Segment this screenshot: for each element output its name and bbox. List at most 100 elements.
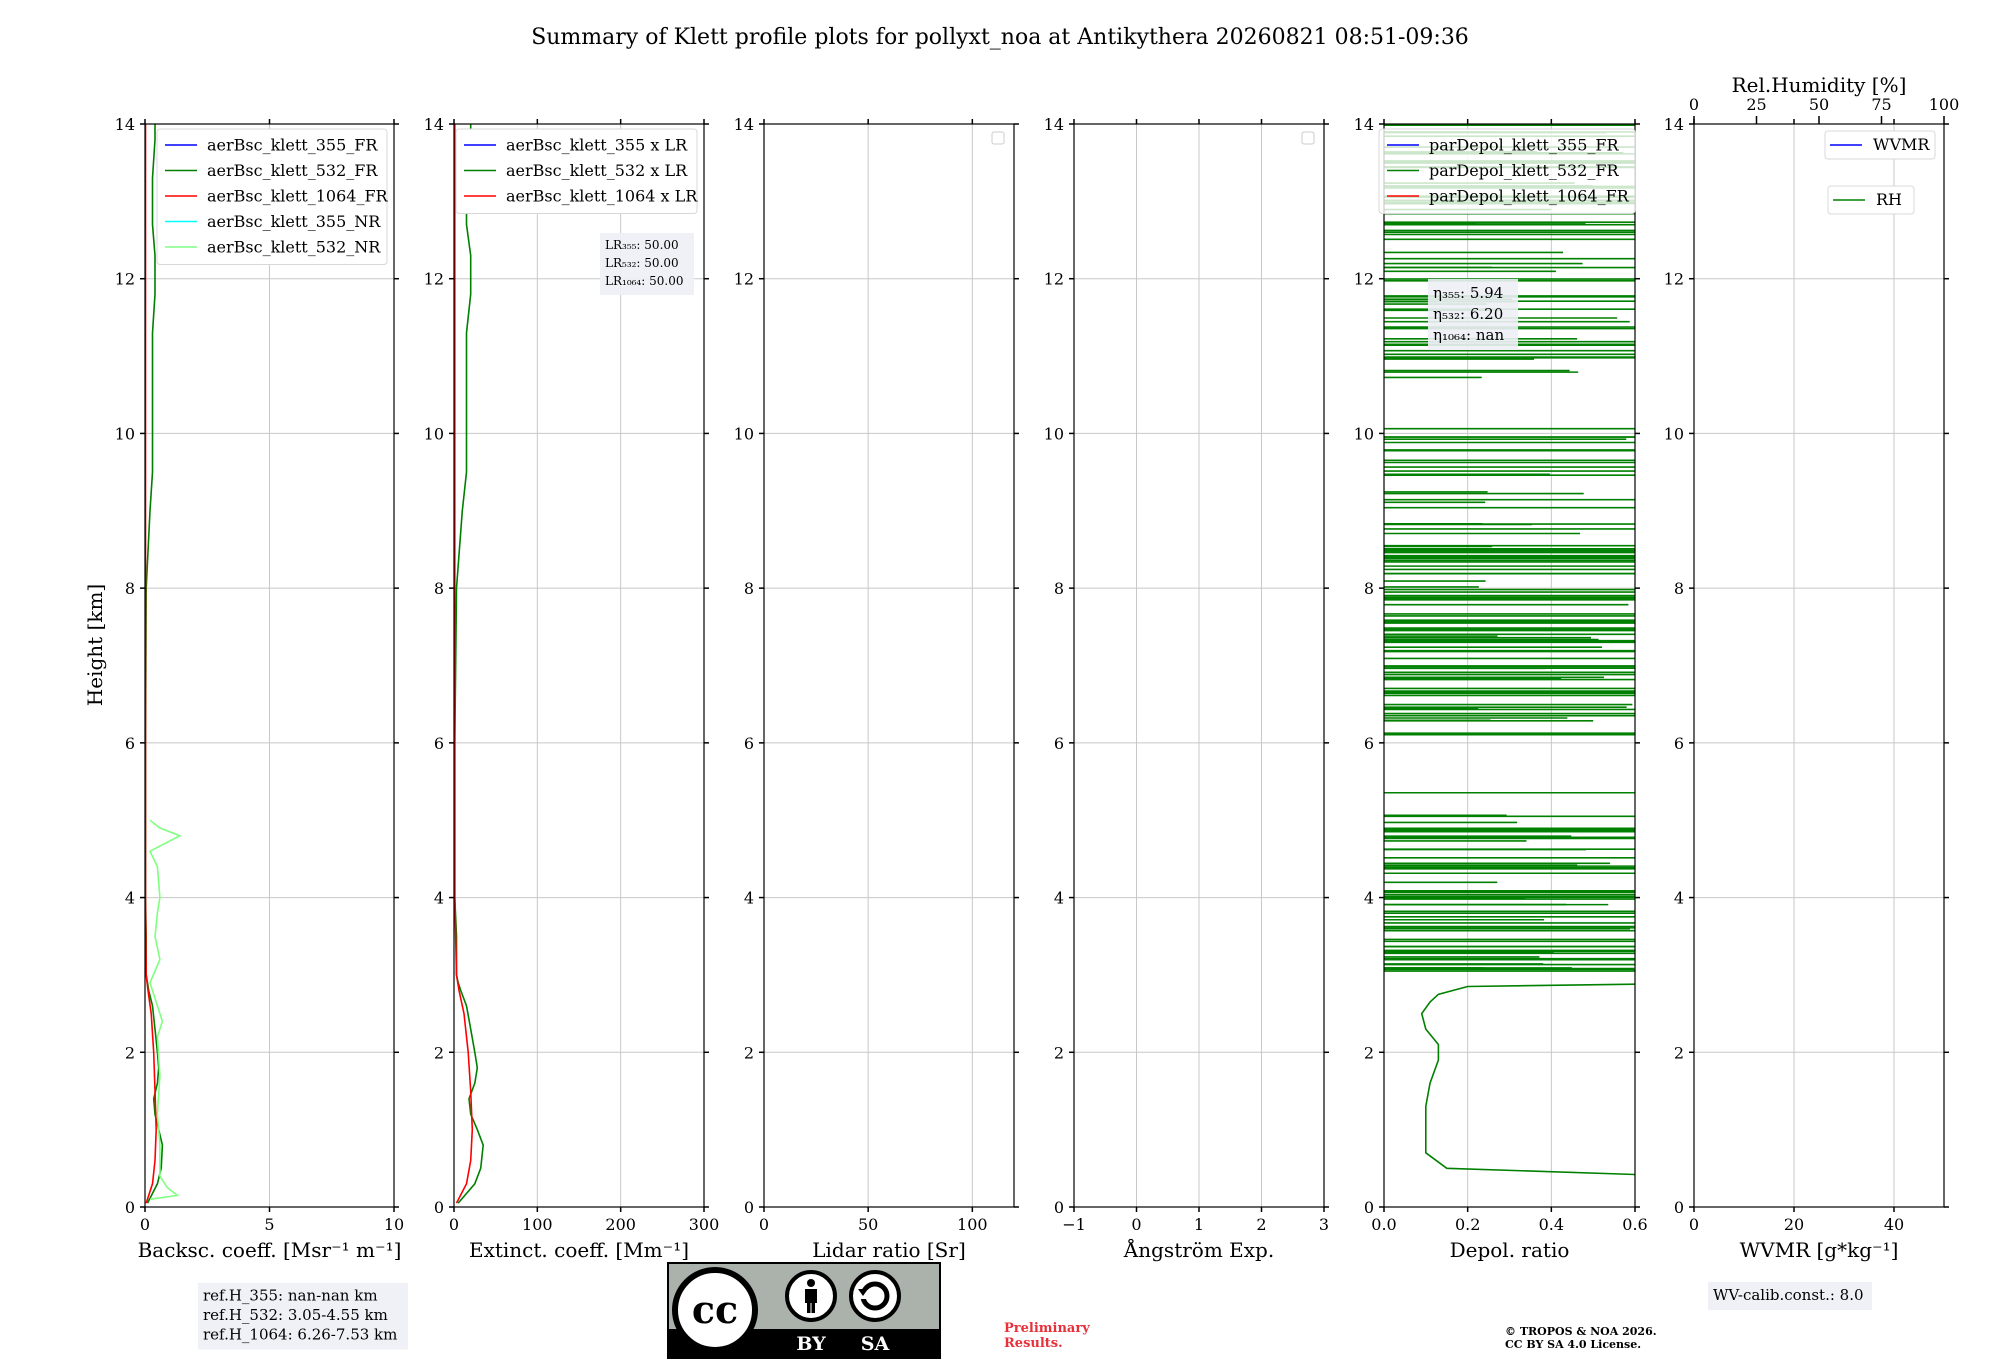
y-tick-label-7: 14	[1664, 115, 1684, 134]
info-box-line-0: LR₃₅₅: 50.00	[605, 238, 679, 252]
legend-label-0: aerBsc_klett_355 x LR	[506, 136, 688, 155]
legend-label-1: aerBsc_klett_532 x LR	[506, 161, 688, 180]
y-tick-label-5: 10	[1354, 424, 1374, 443]
y-tick-label-5: 10	[1044, 424, 1064, 443]
info-box-line-1: LR₅₃₂: 50.00	[605, 256, 679, 270]
x-axis-label: Depol. ratio	[1450, 1238, 1570, 1262]
y-tick-label-1: 2	[125, 1043, 135, 1062]
panels-group: 0 5 1002468101214Backsc. coeff. [Msr⁻¹ m⁻¹…	[115, 73, 1960, 1350]
y-tick-label-5: 10	[424, 424, 444, 443]
x-tick-label-2: 0.4	[1539, 1215, 1564, 1234]
top-x-tick-label-0: 0	[1689, 95, 1699, 114]
y-tick-label-1: 2	[1674, 1043, 1684, 1062]
x-tick-label-0: 0	[1689, 1215, 1699, 1234]
figure-title: Summary of Klett profile plots for polly…	[531, 25, 1469, 50]
depol-noise-traces	[1384, 124, 1635, 972]
legend-label-0: WVMR	[1873, 135, 1930, 154]
y-tick-label-6: 12	[1664, 270, 1684, 289]
y-tick-label-0: 0	[434, 1198, 444, 1217]
x-tick-label-0: 0.0	[1371, 1215, 1396, 1234]
info-box-line-1: η₅₃₂: 6.20	[1433, 305, 1503, 323]
x-tick-label-1: 0.2	[1455, 1215, 1480, 1234]
y-tick-label-3: 6	[744, 734, 754, 753]
top-x-axis-label: Rel.Humidity [%]	[1732, 73, 1907, 97]
x-tick-label-0: 0	[449, 1215, 459, 1234]
y-tick-label-3: 6	[125, 734, 135, 753]
top-x-tick-label-2: 50	[1809, 95, 1829, 114]
info-box-line-2: ref.H_1064: 6.26-7.53 km	[203, 1326, 397, 1344]
y-axis-label: Height [km]	[83, 584, 107, 706]
y-tick-label-6: 12	[115, 270, 135, 289]
x-tick-label-1: 0	[1131, 1215, 1141, 1234]
y-tick-label-3: 6	[1674, 734, 1684, 753]
preliminary-note-line2: Results.	[1004, 1336, 1063, 1351]
y-tick-label-1: 2	[744, 1043, 754, 1062]
x-tick-label-3: 2	[1256, 1215, 1266, 1234]
figure-canvas: Summary of Klett profile plots for polly…	[83, 25, 1960, 1359]
x-tick-label-2: 100	[957, 1215, 988, 1234]
y-tick-label-3: 6	[434, 734, 444, 753]
y-tick-label-2: 4	[744, 889, 754, 908]
x-tick-label-3: 300	[689, 1215, 720, 1234]
y-tick-label-4: 8	[1674, 579, 1684, 598]
panel-4: 0.0 0.2 0.4 0.6 0 2 4 6 8 10 12 14 Depol. ratio parDe…	[1354, 115, 1648, 1262]
y-tick-label-5: 10	[115, 424, 135, 443]
y-tick-label-3: 6	[1364, 734, 1374, 753]
legend-label-3: aerBsc_klett_355_NR	[207, 212, 381, 231]
y-tick-label-7: 14	[1354, 115, 1374, 134]
info-box-line-0: WV-calib.const.: 8.0	[1713, 1286, 1864, 1304]
y-tick-label-6: 12	[734, 270, 754, 289]
legend-label-0: parDepol_klett_355_FR	[1429, 136, 1620, 155]
info-box-line-2: LR₁₀₆₄: 50.00	[605, 274, 683, 288]
y-tick-label-2: 4	[1364, 889, 1374, 908]
series-1-1	[453, 124, 485, 1204]
legend-label-1: RH	[1876, 190, 1902, 209]
copyright-line1: © TROPOS & NOA 2026.	[1505, 1325, 1657, 1338]
x-axis-label: WVMR [g*kg⁻¹]	[1740, 1238, 1899, 1262]
y-tick-label-2: 4	[125, 889, 135, 908]
cc-license-logo: cc BY SA	[667, 1262, 941, 1359]
y-tick-label-4: 8	[1054, 579, 1064, 598]
y-tick-label-7: 14	[424, 115, 444, 134]
person-icon	[785, 1270, 837, 1322]
y-tick-label-5: 10	[1664, 424, 1684, 443]
legend-label-2: aerBsc_klett_1064 x LR	[506, 187, 698, 206]
panel-2: 0 50 100 0 2 4 6 8 10 12 14 Lidar ratio [Sr]	[734, 115, 1019, 1262]
y-tick-label-1: 2	[1364, 1043, 1374, 1062]
y-tick-label-7: 14	[734, 115, 754, 134]
panel-3: −1 0 1 2 302468101214Ångström Exp.	[1044, 115, 1329, 1262]
x-tick-label-1: 50	[858, 1215, 878, 1234]
legend-label-2: parDepol_klett_1064_FR	[1429, 187, 1630, 206]
y-tick-label-6: 12	[1044, 270, 1064, 289]
x-tick-label-4: 3	[1319, 1215, 1329, 1234]
series-4-1	[1420, 983, 1636, 1176]
y-tick-label-2: 4	[434, 889, 444, 908]
cc-sa-label: SA	[861, 1333, 890, 1355]
x-tick-label-3: 0.6	[1622, 1215, 1647, 1234]
x-axis-label: Extinct. coeff. [Mm⁻¹]	[469, 1238, 689, 1262]
info-box-line-0: ref.H_355: nan-nan km	[203, 1287, 378, 1305]
panel-5: 0 20 40 0 2 4 6 8 10 12 14 WVMR [g*kg⁻¹] 0 25 50 75 100 R…	[1664, 73, 1960, 1310]
panel-1: 0 100 200 300 0 2 4 6 8 10 12 14 Extinct. coeff. [Mm…	[424, 115, 720, 1262]
x-tick-label-2: 200	[605, 1215, 636, 1234]
x-tick-label-0: −1	[1062, 1215, 1086, 1234]
y-tick-label-4: 8	[125, 579, 135, 598]
info-box-line-0: η₃₅₅: 5.94	[1433, 284, 1503, 302]
x-tick-label-1: 5	[264, 1215, 274, 1234]
y-tick-label-0: 0	[125, 1198, 135, 1217]
y-tick-label-3: 6	[1054, 734, 1064, 753]
legend-label-2: aerBsc_klett_1064_FR	[207, 187, 389, 206]
top-x-tick-label-1: 25	[1746, 95, 1766, 114]
legend-label-4: aerBsc_klett_532_NR	[207, 238, 381, 257]
series-0-1	[144, 124, 164, 1204]
y-tick-label-4: 8	[744, 579, 754, 598]
x-tick-label-0: 0	[140, 1215, 150, 1234]
copyright-line2: CC BY SA 4.0 License.	[1505, 1338, 1641, 1351]
y-tick-label-2: 4	[1054, 889, 1064, 908]
legend-label-1: parDepol_klett_532_FR	[1429, 161, 1620, 180]
y-tick-label-6: 12	[424, 270, 444, 289]
y-tick-label-0: 0	[1364, 1198, 1374, 1217]
share-alike-icon	[849, 1270, 901, 1322]
top-x-tick-label-4: 100	[1929, 95, 1960, 114]
y-tick-label-0: 0	[744, 1198, 754, 1217]
